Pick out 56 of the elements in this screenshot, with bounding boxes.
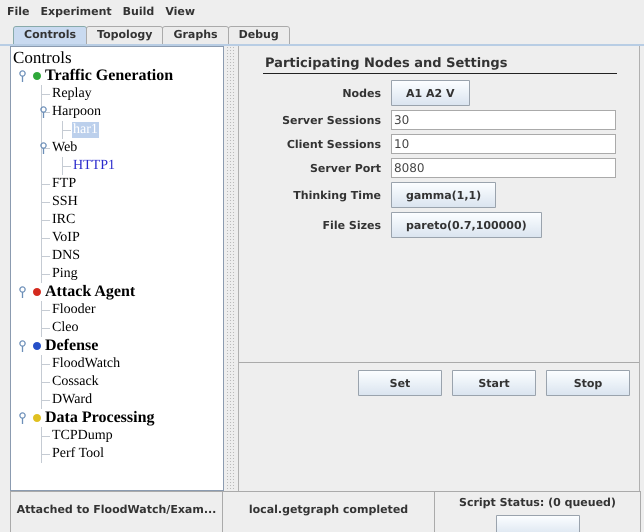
tree-item[interactable]: Replay bbox=[51, 86, 93, 102]
tree-item[interactable]: Data Processing bbox=[45, 409, 154, 427]
menu-item[interactable]: Build bbox=[122, 5, 156, 20]
input-field[interactable]: 10 bbox=[391, 134, 616, 154]
tree-item[interactable]: Defense bbox=[45, 337, 98, 355]
expanded-handle-icon[interactable] bbox=[18, 286, 27, 298]
action-button[interactable]: Set bbox=[358, 370, 442, 396]
action-button[interactable]: Stop bbox=[546, 370, 630, 396]
split-handle[interactable] bbox=[226, 46, 236, 491]
tree-item[interactable]: Flooder bbox=[51, 302, 97, 318]
menu-item[interactable]: Experiment bbox=[40, 5, 113, 20]
menu-item[interactable]: File bbox=[6, 5, 31, 20]
tree-item[interactable]: FTP bbox=[51, 176, 78, 192]
expanded-handle-icon[interactable] bbox=[18, 412, 27, 424]
status-text: local.getgraph completed bbox=[223, 492, 435, 532]
tree-item[interactable]: IRC bbox=[51, 212, 76, 228]
expanded-handle-icon[interactable] bbox=[18, 340, 27, 352]
tree-item[interactable]: Attack Agent bbox=[45, 283, 136, 301]
expanded-handle-icon[interactable] bbox=[39, 106, 48, 118]
expanded-handle-icon[interactable] bbox=[39, 142, 48, 154]
script-status: Script Status: (0 queued) bbox=[459, 496, 616, 509]
tree-item[interactable]: Perf Tool bbox=[51, 446, 106, 462]
tree-item[interactable]: TCPDump bbox=[51, 428, 114, 444]
tree-item[interactable]: Cossack bbox=[51, 374, 100, 390]
field-label: Nodes bbox=[342, 86, 381, 100]
tree-item[interactable]: DWard bbox=[51, 392, 94, 408]
tree-item[interactable]: VoIP bbox=[51, 230, 81, 246]
script-button[interactable] bbox=[496, 515, 580, 532]
action-button[interactable]: Start bbox=[452, 370, 536, 396]
value-button[interactable]: pareto(0.7,100000) bbox=[391, 212, 542, 238]
tab[interactable]: Debug bbox=[228, 26, 290, 44]
input-field[interactable]: 30 bbox=[391, 110, 616, 130]
tree-item[interactable]: Traffic Generation bbox=[45, 67, 174, 85]
tab[interactable]: Controls bbox=[13, 26, 88, 44]
tree-item[interactable]: Harpoon bbox=[51, 104, 102, 120]
expanded-handle-icon[interactable] bbox=[18, 70, 27, 82]
tree-item[interactable]: DNS bbox=[51, 248, 82, 264]
section-title: Participating Nodes and Settings bbox=[263, 56, 617, 74]
field-label: Client Sessions bbox=[286, 138, 381, 150]
tree-item[interactable]: FloodWatch bbox=[51, 356, 122, 372]
field-label: Thinking Time bbox=[293, 188, 381, 202]
field-label: Server Port bbox=[310, 162, 381, 174]
value-button[interactable]: gamma(1,1) bbox=[391, 182, 496, 208]
tree-item[interactable]: Ping bbox=[51, 266, 79, 282]
tree-item[interactable]: SSH bbox=[51, 194, 79, 210]
menu-item[interactable]: View bbox=[164, 5, 196, 20]
field-label: File Sizes bbox=[322, 218, 381, 232]
tab[interactable]: Topology bbox=[86, 26, 164, 44]
value-button[interactable]: A1 A2 V bbox=[391, 80, 470, 106]
field-label: Server Sessions bbox=[282, 114, 381, 126]
tree-item[interactable]: HTTP1 bbox=[72, 158, 116, 174]
status-text: Attached to FloodWatch/Exam... bbox=[10, 492, 223, 532]
tree-root[interactable]: Controls bbox=[13, 48, 72, 67]
tree-item[interactable]: Cleo bbox=[51, 320, 80, 336]
tree-item[interactable]: Web bbox=[51, 140, 78, 156]
input-field[interactable]: 8080 bbox=[391, 158, 616, 178]
